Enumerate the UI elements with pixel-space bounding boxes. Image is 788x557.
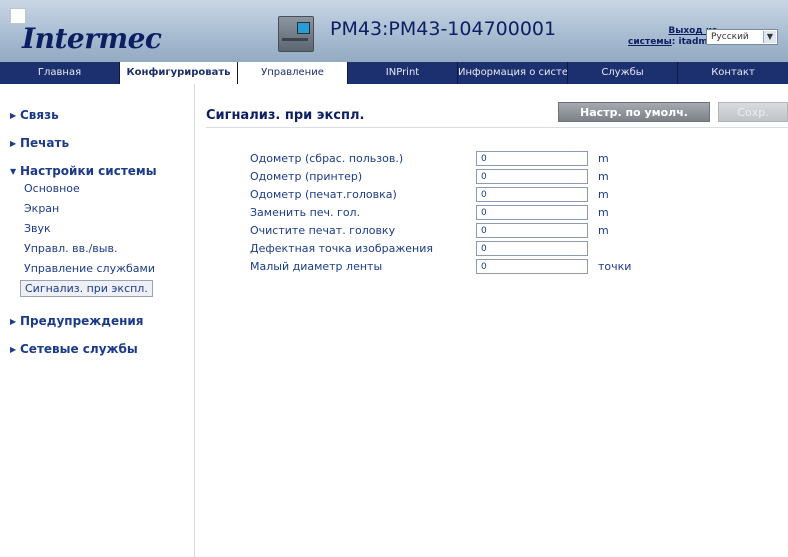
sidebar-item-operation-alerts[interactable]: Сигнализ. при экспл. [20, 280, 153, 297]
triangle-right-icon: ▶ [10, 345, 17, 354]
replace-printhead-label: Заменить печ. гол. [250, 206, 361, 219]
odometer-printer-unit: m [598, 170, 609, 183]
tab-contact[interactable]: Контакт [678, 62, 788, 84]
defective-dot-label: Дефектная точка изображения [250, 242, 434, 255]
sidebar-item-sound[interactable]: Звук [24, 222, 51, 235]
clean-printhead-label: Очистите печат. головку [250, 224, 396, 237]
odometer-printhead-label: Одометр (печат.головка) [250, 188, 397, 201]
tab-system-info[interactable]: Информация о системе [458, 62, 568, 84]
defective-dot-input[interactable] [476, 241, 588, 256]
sidebar-section-label: Сетевые службы [20, 342, 138, 356]
sidebar-section-network-services[interactable]: ▶ Сетевые службы [10, 342, 138, 356]
main-nav: Главная Конфигурировать Управление INPri… [0, 62, 788, 84]
title-divider [206, 127, 788, 128]
triangle-right-icon: ▶ [10, 111, 17, 120]
sidebar-section-label: Настройки системы [20, 164, 157, 178]
sidebar-divider [194, 84, 195, 557]
small-ribbon-diameter-label: Малый диаметр ленты [250, 260, 383, 273]
header-bar: Intermec PM43:PM43-104700001 Выход из си… [0, 0, 788, 62]
tab-home[interactable]: Главная [0, 62, 120, 84]
sidebar-section-connection[interactable]: ▶ Связь [10, 108, 59, 122]
replace-printhead-input[interactable] [476, 205, 588, 220]
page-title: Сигнализ. при экспл. [206, 108, 365, 123]
replace-printhead-unit: m [598, 206, 609, 219]
clean-printhead-unit: m [598, 224, 609, 237]
save-button[interactable]: Сохр. [718, 102, 788, 122]
sidebar-section-label: Предупреждения [20, 314, 144, 328]
logout-link-system[interactable]: системы [628, 37, 672, 47]
tab-services[interactable]: Службы [568, 62, 678, 84]
tab-inprint[interactable]: INPrint [348, 62, 458, 84]
odometer-user-input[interactable] [476, 151, 588, 166]
language-select[interactable]: Русский ▼ [706, 29, 778, 45]
sidebar-section-printing[interactable]: ▶ Печать [10, 136, 69, 150]
odometer-user-label: Одометр (сбрас. пользов.) [250, 152, 404, 165]
clean-printhead-input[interactable] [476, 223, 588, 238]
small-ribbon-diameter-unit: точки [598, 260, 632, 273]
sidebar-section-system-settings[interactable]: ▼ Настройки системы [10, 164, 157, 178]
sidebar-section-label: Печать [20, 136, 70, 150]
small-ribbon-diameter-input[interactable] [476, 259, 588, 274]
tab-management[interactable]: Управление [238, 62, 348, 84]
sidebar-section-warnings[interactable]: ▶ Предупреждения [10, 314, 143, 328]
odometer-user-unit: m [598, 152, 609, 165]
triangle-right-icon: ▶ [10, 139, 17, 148]
sidebar-item-service-management[interactable]: Управление службами [24, 262, 155, 275]
sidebar-item-display[interactable]: Экран [24, 202, 59, 215]
sidebar-item-io-control[interactable]: Управл. вв./выв. [24, 242, 117, 255]
printer-icon [278, 16, 314, 52]
intermec-logo: Intermec [22, 22, 162, 55]
odometer-printhead-input[interactable] [476, 187, 588, 202]
triangle-right-icon: ▶ [10, 317, 17, 326]
logout-area: Выход из системы: itadmin [628, 26, 717, 48]
restore-defaults-button[interactable]: Настр. по умолч. [558, 102, 710, 122]
odometer-printer-label: Одометр (принтер) [250, 170, 363, 183]
chevron-down-icon: ▼ [763, 31, 776, 43]
sidebar-section-label: Связь [20, 108, 59, 122]
odometer-printer-input[interactable] [476, 169, 588, 184]
odometer-printhead-unit: m [598, 188, 609, 201]
triangle-down-icon: ▼ [10, 167, 17, 176]
sidebar-item-general[interactable]: Основное [24, 182, 80, 195]
device-title: PM43:PM43-104700001 [330, 18, 557, 40]
language-value: Русский [711, 32, 749, 42]
tab-configure[interactable]: Конфигурировать [120, 62, 238, 84]
